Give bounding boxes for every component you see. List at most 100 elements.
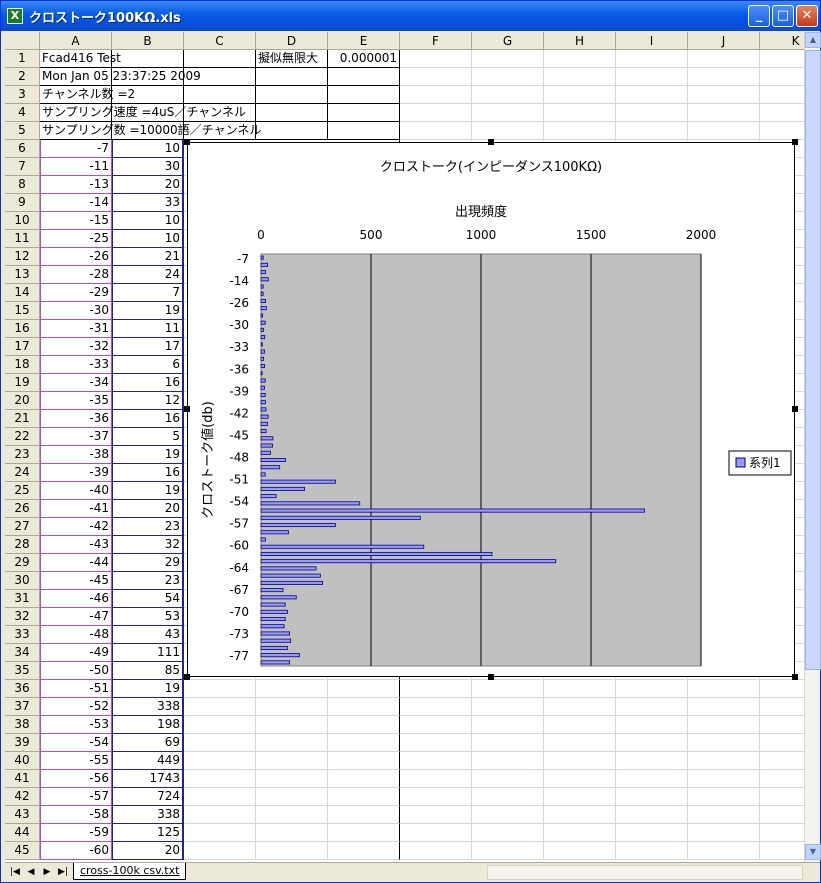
cell-b[interactable]: 20 <box>112 842 184 860</box>
cell-b[interactable]: 17 <box>112 338 184 356</box>
cell-e[interactable] <box>328 788 400 806</box>
cell-a[interactable]: -28 <box>40 266 112 284</box>
cell-c[interactable] <box>184 788 256 806</box>
cell-g[interactable] <box>472 842 544 860</box>
cell-i[interactable] <box>616 86 688 104</box>
cell-g[interactable] <box>472 50 544 68</box>
cell-e[interactable] <box>328 842 400 860</box>
cell-b[interactable]: 53 <box>112 608 184 626</box>
cell-a[interactable]: -59 <box>40 824 112 842</box>
cell-f[interactable] <box>400 68 472 86</box>
cell-k[interactable] <box>760 122 804 140</box>
cell-c[interactable] <box>184 104 256 122</box>
cell-c[interactable] <box>184 842 256 860</box>
cell-g[interactable] <box>472 68 544 86</box>
cell-e[interactable] <box>328 716 400 734</box>
cell-a[interactable]: -37 <box>40 428 112 446</box>
scroll-down-arrow-icon[interactable]: ▼ <box>805 844 821 860</box>
row-header[interactable]: 42 <box>5 788 40 806</box>
cell-e[interactable] <box>328 122 400 140</box>
cell-j[interactable] <box>688 698 760 716</box>
cell-b[interactable]: 21 <box>112 248 184 266</box>
cell-a[interactable]: -55 <box>40 752 112 770</box>
cell-a[interactable]: -44 <box>40 554 112 572</box>
cell-f[interactable] <box>400 680 472 698</box>
resize-handle-e[interactable] <box>792 406 798 412</box>
cell-i[interactable] <box>616 680 688 698</box>
prev-sheet-icon[interactable]: ◀ <box>25 866 37 879</box>
cell-k[interactable] <box>760 752 804 770</box>
cell-i[interactable] <box>616 842 688 860</box>
cell-j[interactable] <box>688 842 760 860</box>
cell-i[interactable] <box>616 50 688 68</box>
cell-i[interactable] <box>616 68 688 86</box>
cell-a[interactable]: -35 <box>40 392 112 410</box>
cell-k[interactable] <box>760 680 804 698</box>
close-button[interactable]: ✕ <box>796 5 818 27</box>
cell-a[interactable]: チャンネル数 =2 <box>40 86 135 104</box>
cell-j[interactable] <box>688 68 760 86</box>
cell-g[interactable] <box>472 806 544 824</box>
cell-a[interactable]: -48 <box>40 626 112 644</box>
cell-a[interactable]: -54 <box>40 734 112 752</box>
cell-a[interactable]: -56 <box>40 770 112 788</box>
row-header[interactable]: 8 <box>5 176 40 194</box>
cell-k[interactable] <box>760 770 804 788</box>
row-header[interactable]: 24 <box>5 464 40 482</box>
cell-b[interactable]: 7 <box>112 284 184 302</box>
cell-f[interactable] <box>400 716 472 734</box>
cell-b[interactable]: 10 <box>112 140 184 158</box>
row-header[interactable]: 37 <box>5 698 40 716</box>
cell-e[interactable] <box>328 104 400 122</box>
cell-a[interactable]: -26 <box>40 248 112 266</box>
row-header[interactable]: 17 <box>5 338 40 356</box>
cell-a[interactable]: -14 <box>40 194 112 212</box>
cell-f[interactable] <box>400 86 472 104</box>
cell-b[interactable]: 111 <box>112 644 184 662</box>
cell-i[interactable] <box>616 122 688 140</box>
row-header[interactable]: 25 <box>5 482 40 500</box>
cell-b[interactable]: 449 <box>112 752 184 770</box>
cell-e[interactable] <box>328 824 400 842</box>
cell-a[interactable]: -49 <box>40 644 112 662</box>
resize-handle-s[interactable] <box>488 674 494 680</box>
minimize-button[interactable]: _ <box>748 5 770 27</box>
cell-k[interactable] <box>760 50 804 68</box>
cell-b[interactable] <box>112 122 184 140</box>
row-header[interactable]: 45 <box>5 842 40 860</box>
column-header-g[interactable]: G <box>472 32 544 50</box>
cell-i[interactable] <box>616 770 688 788</box>
cell-h[interactable] <box>544 104 616 122</box>
vertical-scrollbar[interactable]: ▲ ▼ <box>804 32 821 862</box>
cell-e[interactable] <box>328 734 400 752</box>
row-header[interactable]: 5 <box>5 122 40 140</box>
cell-a[interactable]: -41 <box>40 500 112 518</box>
cell-a[interactable]: Mon Jan 05 23:37:25 2009 <box>40 68 201 86</box>
row-header[interactable]: 16 <box>5 320 40 338</box>
cell-b[interactable]: 23 <box>112 518 184 536</box>
cell-a[interactable]: -34 <box>40 374 112 392</box>
row-header[interactable]: 39 <box>5 734 40 752</box>
cell-d[interactable] <box>256 68 328 86</box>
row-header[interactable]: 14 <box>5 284 40 302</box>
cell-h[interactable] <box>544 122 616 140</box>
cell-i[interactable] <box>616 788 688 806</box>
cell-j[interactable] <box>688 50 760 68</box>
cell-a[interactable]: -43 <box>40 536 112 554</box>
cell-b[interactable]: 29 <box>112 554 184 572</box>
cell-b[interactable]: 6 <box>112 356 184 374</box>
cell-i[interactable] <box>616 752 688 770</box>
cell-b[interactable]: 69 <box>112 734 184 752</box>
cell-g[interactable] <box>472 752 544 770</box>
cell-h[interactable] <box>544 86 616 104</box>
row-header[interactable]: 34 <box>5 644 40 662</box>
cell-e[interactable] <box>328 752 400 770</box>
cell-e[interactable] <box>328 806 400 824</box>
cell-k[interactable] <box>760 788 804 806</box>
cell-i[interactable] <box>616 716 688 734</box>
cell-d[interactable] <box>256 824 328 842</box>
row-header[interactable]: 22 <box>5 428 40 446</box>
cell-a[interactable]: -25 <box>40 230 112 248</box>
row-header[interactable]: 19 <box>5 374 40 392</box>
cell-d[interactable] <box>256 788 328 806</box>
